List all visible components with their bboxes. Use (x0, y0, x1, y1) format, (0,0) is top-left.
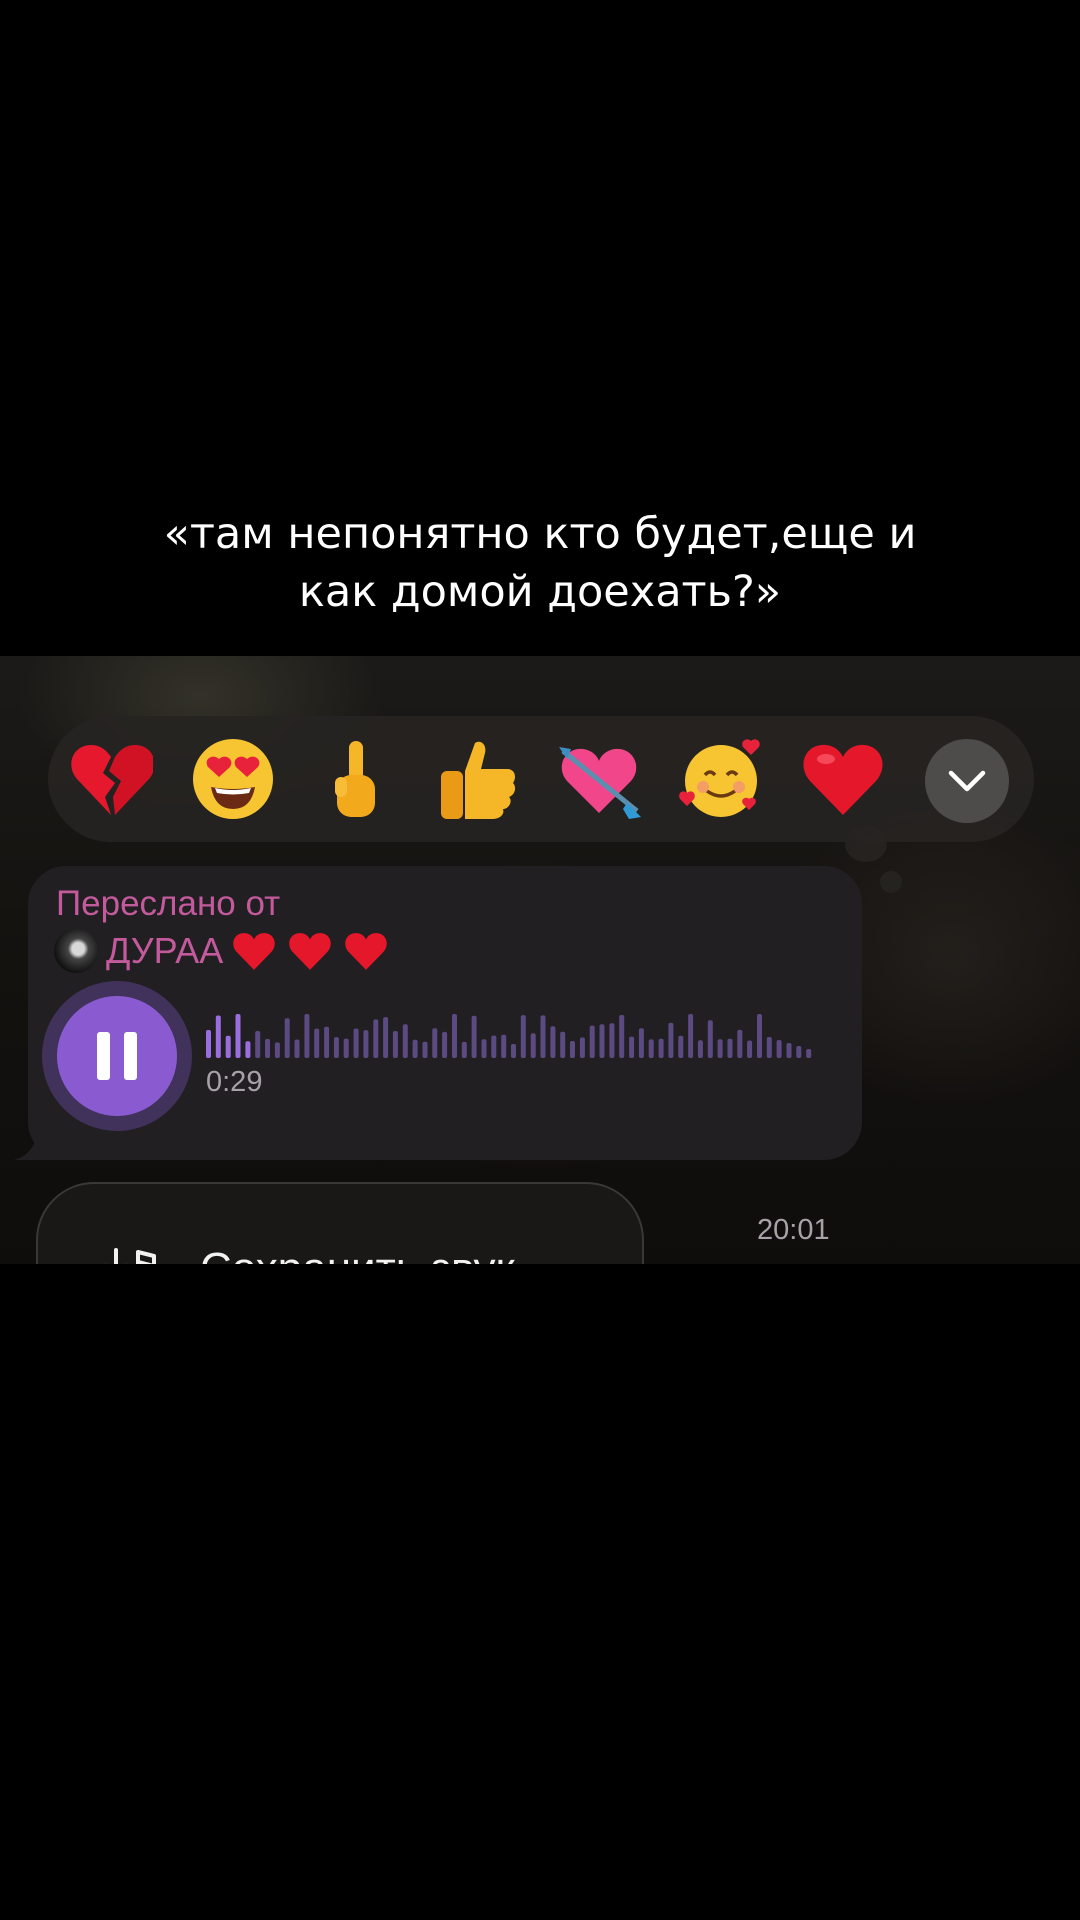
waveform-bar (392, 1031, 398, 1058)
red-heart-icon (289, 933, 332, 970)
waveform-bar (579, 1037, 585, 1058)
waveform-bar (550, 1026, 556, 1058)
waveform-bar (727, 1038, 733, 1058)
red-heart-icon (233, 933, 276, 970)
waveform-bar (324, 1026, 330, 1058)
waveform-bar (383, 1017, 389, 1058)
voice-waveform[interactable] (206, 1012, 826, 1060)
voice-duration: 0:29 (206, 1066, 263, 1098)
waveform-bar (442, 1031, 448, 1058)
waveform-bar (284, 1018, 290, 1058)
waveform-bar (678, 1035, 684, 1058)
waveform-bar (255, 1031, 261, 1058)
reactions-bar (48, 716, 1034, 842)
waveform-bar (697, 1040, 703, 1058)
save-sound-label: Сохранить звук (200, 1244, 515, 1264)
waveform-bar (688, 1014, 694, 1058)
chevron-down-icon (948, 770, 986, 792)
waveform-bar (747, 1040, 753, 1058)
thumbs-up-icon[interactable] (422, 716, 532, 842)
red-heart-icon (345, 933, 388, 970)
music-note-download-icon (106, 1248, 156, 1264)
message-time: 20:01 (757, 1214, 830, 1246)
waveform-bar (638, 1028, 644, 1058)
waveform-bar (373, 1019, 379, 1058)
waveform-bar (658, 1038, 664, 1058)
waveform-bar (225, 1035, 231, 1058)
waveform-bar (776, 1040, 782, 1058)
heart-eyes-face-icon[interactable] (178, 716, 288, 842)
waveform-bar (461, 1041, 467, 1058)
broken-heart-icon[interactable] (56, 716, 166, 842)
waveform-bar (215, 1015, 221, 1058)
waveform-bar (766, 1037, 772, 1058)
waveform-bar (757, 1014, 762, 1058)
waveform-bar (412, 1039, 418, 1058)
waveform-bar (353, 1028, 359, 1058)
waveform-bar (294, 1039, 300, 1058)
waveform-bar (422, 1041, 428, 1058)
red-heart-icon[interactable] (788, 716, 898, 842)
waveform-bar (599, 1024, 605, 1058)
caption-line-2: как домой доехать?» (298, 567, 782, 617)
waveform-bar (786, 1043, 792, 1058)
waveform-bar (619, 1015, 625, 1058)
waveform-bar (796, 1046, 802, 1058)
caption-line-1: «там непонятно кто будет,еще и (163, 509, 917, 559)
video-caption: «там непонятно кто будет,еще и как домой… (0, 505, 1080, 621)
waveform-bar (501, 1034, 507, 1058)
waveform-bar (707, 1020, 713, 1058)
waveform-bar (560, 1031, 566, 1058)
waveform-bar (668, 1022, 674, 1058)
middle-finger-icon[interactable] (300, 716, 410, 842)
pause-button[interactable] (57, 996, 177, 1116)
reactions-bubble-tail (845, 826, 887, 862)
waveform-bar (491, 1035, 497, 1058)
smiling-face-with-hearts-icon[interactable] (666, 716, 776, 842)
waveform-bar (314, 1028, 320, 1058)
waveform-bar (570, 1041, 575, 1058)
forwarded-label: Переслано от (56, 884, 281, 923)
waveform-bar (235, 1014, 241, 1058)
waveform-bar (471, 1015, 477, 1058)
waveform-bar (589, 1025, 595, 1058)
waveform-bar (402, 1024, 408, 1058)
waveform-bar (363, 1030, 369, 1058)
reactions-bubble-tail-dot (880, 871, 902, 893)
waveform-bar (274, 1042, 280, 1058)
heart-with-arrow-icon[interactable] (544, 716, 654, 842)
waveform-bar (333, 1037, 339, 1058)
waveform-bar (540, 1015, 546, 1058)
waveform-bar (609, 1023, 615, 1058)
waveform-bar (530, 1033, 536, 1058)
waveform-bar (511, 1044, 516, 1058)
waveform-bar (245, 1041, 251, 1058)
waveform-bar (737, 1029, 743, 1058)
forwarded-from-name: ДУРАА (106, 930, 224, 971)
waveform-bar (648, 1039, 654, 1058)
waveform-bar (452, 1014, 457, 1058)
forwarded-from[interactable]: ДУРАА (54, 928, 389, 974)
waveform-bar (265, 1038, 270, 1058)
waveform-bar (520, 1015, 526, 1058)
waveform-bar (629, 1036, 635, 1058)
expand-reactions-button[interactable] (925, 739, 1009, 823)
waveform-bar (717, 1039, 723, 1058)
chat-screenshot: Переслано от ДУРАА 0:29 20:01 Сохранить … (0, 656, 1080, 1264)
waveform-bar (343, 1038, 349, 1058)
waveform-bar (481, 1039, 487, 1058)
pause-icon (97, 1032, 137, 1080)
avatar (54, 929, 98, 973)
waveform-bar (432, 1028, 438, 1058)
waveform-bar (206, 1030, 211, 1058)
waveform-bar (806, 1049, 812, 1058)
waveform-bar (304, 1014, 310, 1058)
